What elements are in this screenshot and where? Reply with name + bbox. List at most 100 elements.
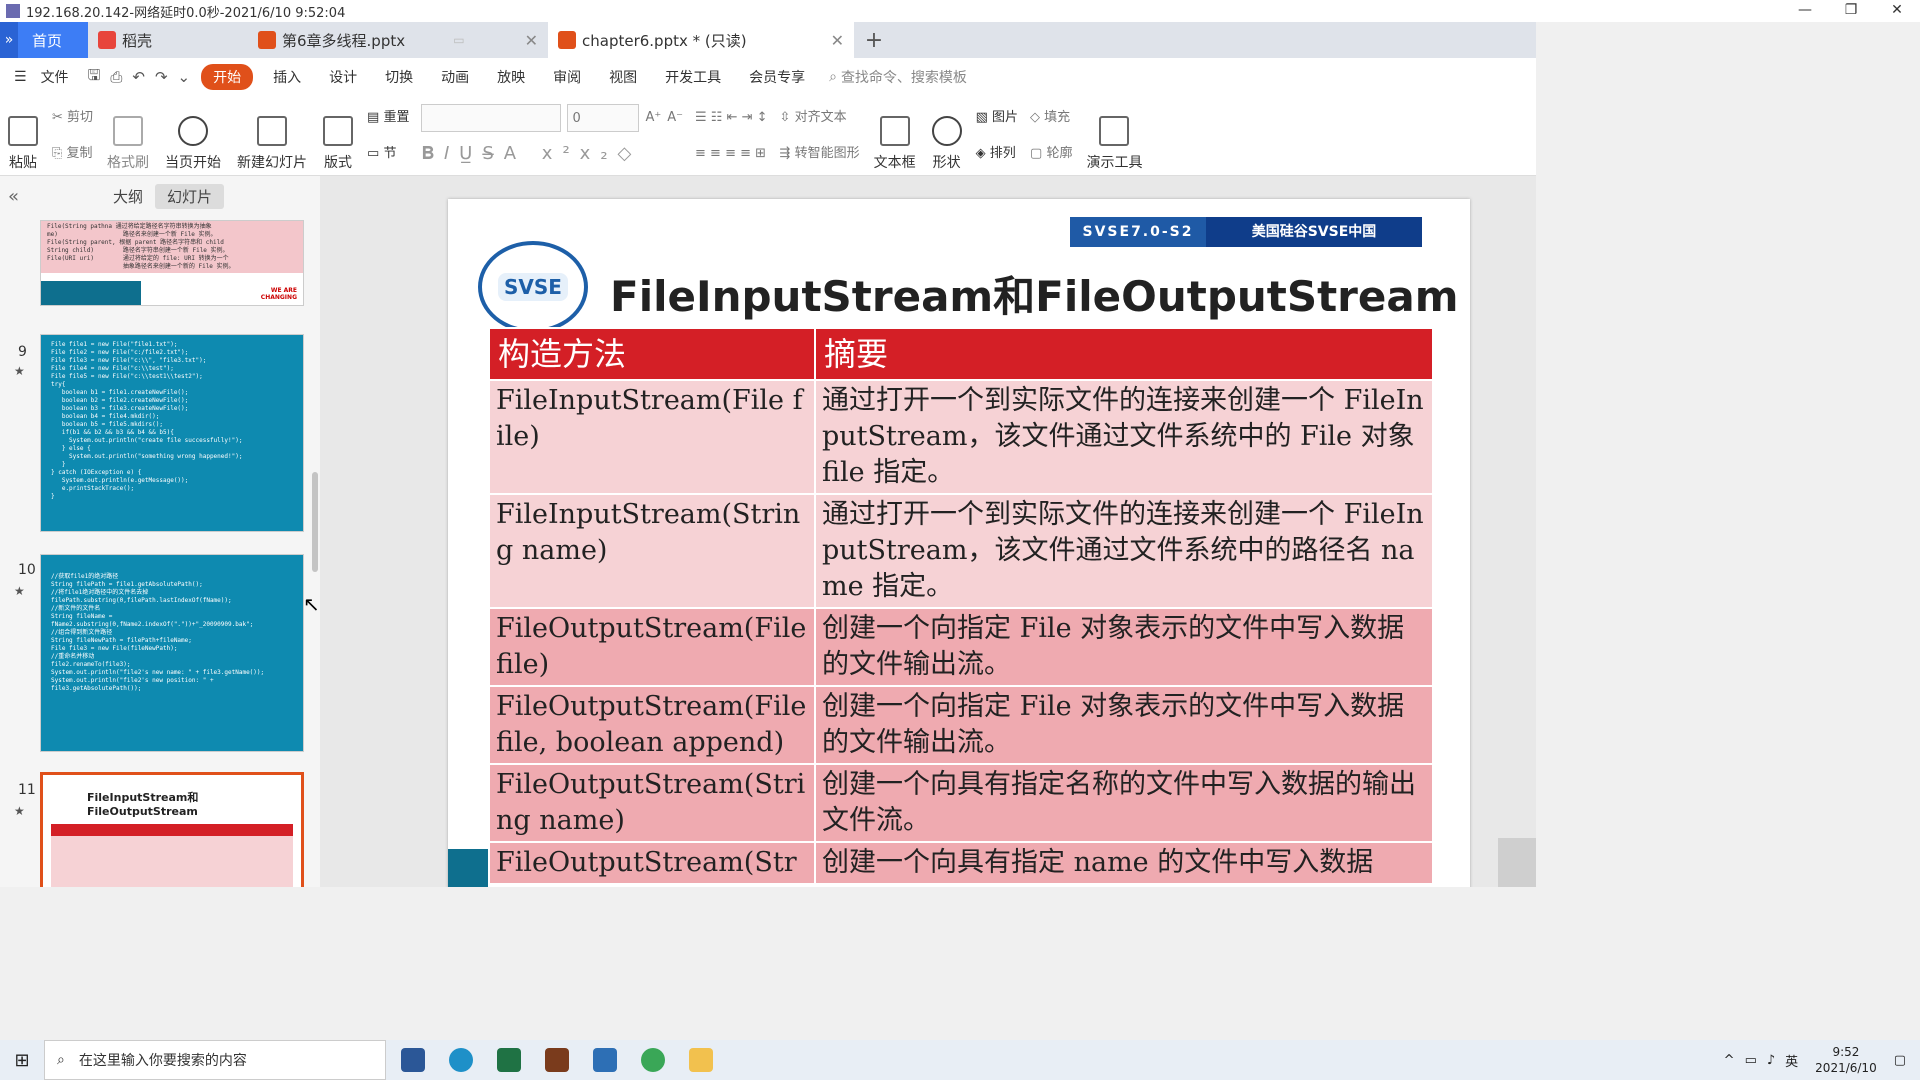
redo-icon[interactable]: ↷ — [150, 68, 173, 86]
chrome-browser-icon[interactable] — [632, 1040, 674, 1080]
current-slide[interactable]: SVSE7.0-S2 美国硅谷SVSE中国 SVSE FileInputStre… — [448, 199, 1470, 887]
menu-developer[interactable]: 开发工具 — [651, 67, 735, 87]
tab-document-1[interactable]: 第6章多线程.pptx ▭ ✕ — [248, 22, 548, 58]
shape-button[interactable]: 形状 — [924, 100, 970, 172]
reset-button[interactable]: ▤ 重置 — [367, 104, 409, 132]
menu-member[interactable]: 会员专享 — [735, 67, 819, 87]
notification-center-icon[interactable]: ▢ — [1894, 1053, 1906, 1068]
table-cell-summary[interactable]: 创建一个向指定 File 对象表示的文件中写入数据的文件输出流。 — [814, 607, 1434, 687]
format-painter-icon — [113, 116, 144, 146]
textbox-button[interactable]: 文本框 — [866, 100, 924, 172]
arrange-button[interactable]: ◈ 排列 — [976, 140, 1018, 168]
tab-docer-label: 稻壳 — [122, 31, 153, 50]
close-tab-icon[interactable]: ✕ — [525, 31, 538, 50]
slide-thumbnail-11[interactable]: FileInputStream和FileOutputStream — [40, 772, 304, 887]
remote-desktop-app-icon[interactable] — [584, 1040, 626, 1080]
picture-button[interactable]: ▧ 图片 — [976, 104, 1018, 132]
cut-button[interactable]: ✂ 剪切 — [52, 104, 93, 132]
layout-button[interactable]: 版式 — [315, 100, 361, 172]
font-family-select[interactable] — [421, 104, 562, 132]
table-cell-summary[interactable]: 通过打开一个到实际文件的连接来创建一个 FileInputStream，该文件通… — [814, 379, 1434, 495]
tab-docer[interactable]: 稻壳 — [88, 22, 248, 58]
customize-icon[interactable]: ⌄ — [173, 68, 196, 86]
menu-design[interactable]: 设计 — [315, 67, 371, 87]
expand-icon[interactable]: » — [0, 22, 18, 58]
thumbnail-code: File(String pathna 通过将给定路径名字符串转换为抽象 me) … — [41, 221, 303, 273]
tab-slides[interactable]: 幻灯片 — [155, 183, 225, 209]
command-search-input[interactable]: 查找命令、搜索模板 — [841, 67, 967, 87]
network-icon[interactable]: ▭ — [1745, 1053, 1757, 1068]
play-from-current-button[interactable]: 当页开始 — [157, 100, 229, 172]
table-cell-summary[interactable]: 创建一个向具有指定名称的文件中写入数据的输出文件流。 — [814, 763, 1434, 843]
presentation-tools-label: 演示工具 — [1086, 155, 1143, 171]
text-format-buttons[interactable]: 𝐁𝐼U̲S̶A x²x₂◇ — [421, 140, 683, 168]
menu-switch[interactable]: 切换 — [371, 67, 427, 87]
menu-slideshow[interactable]: 放映 — [483, 67, 539, 87]
print-icon[interactable]: ⎙ — [105, 68, 127, 86]
grow-font-icon[interactable]: A⁺ — [645, 104, 661, 132]
align-buttons[interactable]: ≡ ≡ ≡ ≡ ⊞ — [695, 140, 768, 168]
file-explorer-icon[interactable] — [680, 1040, 722, 1080]
close-tab-icon[interactable]: ✕ — [831, 31, 844, 50]
slide-thumbnail-8[interactable]: File(String pathna 通过将给定路径名字符串转换为抽象 me) … — [40, 220, 304, 306]
section-button[interactable]: ▭ 节 — [367, 140, 409, 168]
table-cell-summary[interactable]: 创建一个向具有指定 name 的文件中写入数据 — [814, 841, 1434, 885]
menu-view[interactable]: 视图 — [595, 67, 651, 87]
align-text-button[interactable]: ⇳ 对齐文本 — [780, 104, 860, 132]
outline-button[interactable]: ▢ 轮廓 — [1030, 140, 1072, 168]
save-icon[interactable]: 🖫 — [83, 65, 106, 90]
constructor-table[interactable]: 构造方法 摘要 FileInputStream(File file) 通过打开一… — [488, 327, 1434, 885]
thumbnail-scrollbar[interactable] — [312, 472, 318, 572]
hamburger-menu-icon[interactable]: ☰ — [0, 69, 41, 85]
section-label: 节 — [383, 146, 397, 161]
slide-thumbnail-10[interactable]: //获取file1的绝对路径 String filePath = file1.g… — [40, 554, 304, 752]
tab-home[interactable]: » 首页 — [0, 22, 88, 58]
taskbar-clock[interactable]: 9:52 2021/6/10 — [1815, 1044, 1877, 1076]
fill-button[interactable]: ◇ 填充 — [1030, 104, 1072, 132]
presentation-tools-button[interactable]: 演示工具 — [1078, 100, 1150, 172]
menu-review[interactable]: 审阅 — [539, 67, 595, 87]
windows-start-icon[interactable]: ⊞ — [0, 1050, 44, 1071]
format-painter-button[interactable]: 格式刷 — [99, 100, 157, 172]
table-cell-summary[interactable]: 创建一个向指定 File 对象表示的文件中写入数据的文件输出流。 — [814, 685, 1434, 765]
collapse-panel-icon[interactable]: « — [8, 186, 19, 207]
menu-start[interactable]: 开始 — [201, 64, 254, 90]
word-app-icon[interactable] — [392, 1040, 434, 1080]
new-tab-button[interactable]: + — [854, 22, 894, 58]
tab-document-2[interactable]: chapter6.pptx * (只读) ✕ — [548, 22, 854, 58]
menu-animation[interactable]: 动画 — [427, 67, 483, 87]
table-row: FileInputStream(File file) 通过打开一个到实际文件的连… — [488, 379, 1434, 495]
picture-group: ▧ 图片 ◈ 排列 — [970, 100, 1024, 172]
volume-icon[interactable]: ♪ — [1767, 1053, 1775, 1068]
cut-label: 剪切 — [67, 110, 94, 125]
menu-file[interactable]: 文件 — [41, 67, 83, 87]
taskbar-search-input[interactable]: ⌕ 在这里输入你要搜索的内容 — [44, 1040, 386, 1080]
table-cell-constructor[interactable]: FileOutputStream(File file, boolean appe… — [488, 685, 816, 765]
show-hidden-icons-icon[interactable]: ^ — [1724, 1053, 1735, 1068]
paste-button[interactable]: 粘贴 — [0, 100, 46, 172]
copy-button[interactable]: ⎘ 复制 — [52, 140, 93, 168]
tab-outline[interactable]: 大纲 — [101, 184, 155, 209]
excel-app-icon[interactable] — [488, 1040, 530, 1080]
font-size-select[interactable]: 0 — [567, 104, 640, 132]
slide-title[interactable]: FileInputStream和FileOutputStream — [610, 263, 1459, 324]
undo-icon[interactable]: ↶ — [127, 68, 150, 86]
minimize-button[interactable]: — — [1782, 0, 1828, 22]
ime-indicator[interactable]: 英 — [1785, 1051, 1798, 1070]
table-cell-constructor[interactable]: FileOutputStream(Str — [488, 841, 816, 885]
list-buttons[interactable]: ☰ ☷ ⇤ ⇥ ↕ — [695, 104, 768, 132]
menu-insert[interactable]: 插入 — [259, 67, 315, 87]
game-app-icon[interactable] — [536, 1040, 578, 1080]
table-cell-constructor[interactable]: FileOutputStream(String name) — [488, 763, 816, 843]
table-cell-summary[interactable]: 通过打开一个到实际文件的连接来创建一个 FileInputStream，该文件通… — [814, 493, 1434, 609]
restore-button[interactable]: ❐ — [1828, 0, 1874, 22]
table-cell-constructor[interactable]: FileInputStream(String name) — [488, 493, 816, 609]
slide-thumbnail-9[interactable]: File file1 = new File("file1.txt"); File… — [40, 334, 304, 532]
table-cell-constructor[interactable]: FileOutputStream(File file) — [488, 607, 816, 687]
shrink-font-icon[interactable]: A⁻ — [667, 104, 683, 132]
close-window-button[interactable]: ✕ — [1874, 0, 1920, 22]
smart-art-button[interactable]: ⇶ 转智能图形 — [780, 140, 860, 168]
edge-browser-icon[interactable] — [440, 1040, 482, 1080]
new-slide-button[interactable]: 新建幻灯片 — [229, 100, 315, 172]
table-cell-constructor[interactable]: FileInputStream(File file) — [488, 379, 816, 495]
